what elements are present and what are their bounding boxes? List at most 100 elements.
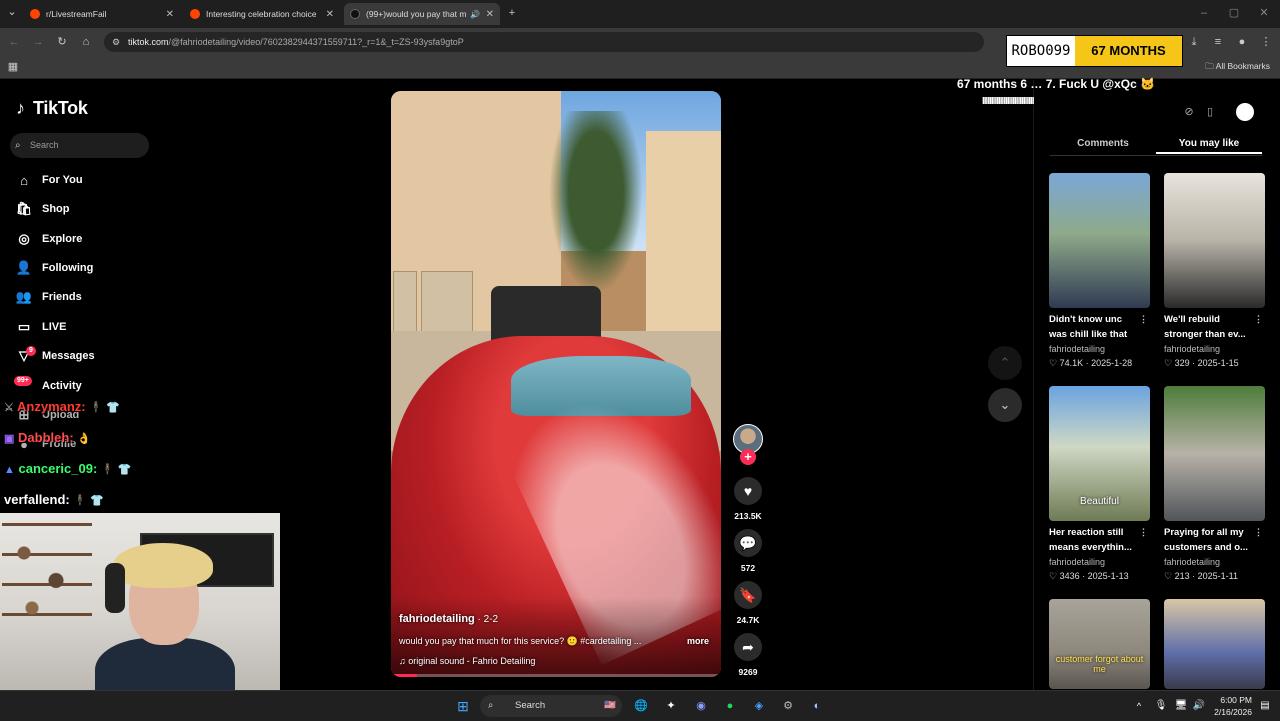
video-sound[interactable]: ♫ original sound - Fahrio Detailing bbox=[399, 656, 535, 666]
chat-message: verfallend: 🕴 👕 bbox=[4, 492, 104, 507]
steam-icon[interactable]: ◐ bbox=[808, 697, 826, 715]
tab-comments[interactable]: Comments bbox=[1050, 136, 1156, 152]
notifications-icon[interactable]: ▤ bbox=[1256, 697, 1274, 715]
card-author[interactable]: fahriodetailing bbox=[1164, 555, 1265, 569]
following-icon: 👤 bbox=[15, 260, 33, 275]
video-card[interactable]: Didn't know unc was chill like that ⋮ fah… bbox=[1049, 173, 1150, 370]
forward-icon[interactable]: → bbox=[30, 34, 46, 50]
video-player[interactable]: fahriodetailing · 2-2 would you pay that… bbox=[391, 91, 721, 677]
video-author[interactable]: fahriodetailing · 2-2 bbox=[399, 613, 498, 625]
previous-video-button[interactable]: ⌃ bbox=[988, 346, 1022, 380]
app-icon[interactable]: ✦ bbox=[662, 697, 680, 715]
video-thumbnail[interactable]: Beautiful bbox=[1049, 386, 1150, 521]
video-thumbnail[interactable] bbox=[1049, 173, 1150, 308]
toggle-knob[interactable] bbox=[1236, 103, 1254, 121]
card-author[interactable]: fahriodetailing bbox=[1164, 342, 1265, 356]
playlist-icon[interactable]: ≡ bbox=[1210, 34, 1226, 50]
video-thumbnail[interactable] bbox=[1164, 173, 1265, 308]
more-options-icon[interactable]: ⋮ bbox=[1139, 312, 1148, 327]
messenger-icon[interactable]: ◈ bbox=[750, 697, 768, 715]
device-icon[interactable]: ▯ bbox=[1202, 104, 1218, 120]
site-info-icon[interactable]: ⚙ bbox=[112, 32, 120, 52]
card-stats: ♡ 74.1K · 2025-1-28 bbox=[1049, 358, 1133, 368]
like-icon[interactable]: ♥ bbox=[734, 477, 762, 505]
card-title: Her reaction still means everythin... bbox=[1049, 527, 1132, 553]
video-thumbnail[interactable] bbox=[1164, 599, 1265, 689]
close-tab-icon[interactable]: ✕ bbox=[166, 9, 174, 20]
nav-live[interactable]: ▭ LIVE bbox=[16, 317, 67, 337]
tab-you-may-like[interactable]: You may like bbox=[1156, 136, 1262, 154]
sub-months: 67 MONTHS bbox=[1075, 36, 1182, 66]
card-author[interactable]: fahriodetailing bbox=[1049, 342, 1150, 356]
video-card[interactable]: customer forgot about me bbox=[1049, 599, 1150, 689]
taskbar-search[interactable]: ⌕ Search 🇺🇸 bbox=[480, 695, 622, 717]
follow-plus-icon[interactable]: + bbox=[740, 449, 756, 465]
next-video-button[interactable]: ⌄ bbox=[988, 388, 1022, 422]
video-caption: would you pay that much for this service… bbox=[399, 636, 709, 646]
maximize-icon[interactable]: ▢ bbox=[1226, 5, 1242, 21]
tiktok-logo[interactable]: ♪ TikTok bbox=[16, 98, 88, 119]
window-close-icon[interactable]: ✕ bbox=[1256, 5, 1272, 21]
comment-icon[interactable]: 💬 bbox=[734, 529, 762, 557]
nav-shop[interactable]: 🛍 Shop bbox=[16, 199, 70, 219]
all-bookmarks[interactable]: 🗀 All Bookmarks bbox=[1205, 61, 1270, 75]
shelf-items bbox=[8, 531, 88, 641]
apps-grid-icon[interactable]: ▦ bbox=[5, 59, 21, 75]
share-icon[interactable]: ➦ bbox=[734, 633, 762, 661]
emote-icon: 🕴 👕 bbox=[73, 495, 104, 507]
player-controls: ⊘ ▯ bbox=[1174, 102, 1269, 124]
tab-menu-icon[interactable]: ⌄ bbox=[4, 4, 20, 20]
sub-alert: ROBO099 67 MONTHS bbox=[1006, 35, 1183, 67]
speaker-icon[interactable]: 🔊 bbox=[470, 10, 480, 19]
card-author[interactable]: fahriodetailing bbox=[1049, 555, 1150, 569]
video-card[interactable] bbox=[1164, 599, 1265, 689]
music-note-icon: ♫ bbox=[399, 656, 409, 666]
close-tab-icon[interactable]: ✕ bbox=[486, 9, 494, 20]
home-icon[interactable]: ⌂ bbox=[78, 34, 94, 50]
new-tab-icon[interactable]: + bbox=[504, 5, 520, 21]
video-progress-bar[interactable] bbox=[391, 674, 721, 677]
network-icon[interactable]: 🖥 bbox=[1172, 697, 1190, 715]
video-thumbnail[interactable] bbox=[1164, 386, 1265, 521]
tab-tiktok-active[interactable]: (99+)would you pay that m 🔊 ✕ bbox=[344, 3, 500, 25]
clock[interactable]: 6:00 PM 2/16/2026 bbox=[1214, 694, 1252, 718]
volume-icon[interactable]: 🔊 bbox=[1190, 697, 1208, 715]
profile-avatar-icon[interactable]: ● bbox=[1234, 34, 1250, 50]
emote-icon: 🐱 bbox=[1140, 77, 1156, 91]
spotify-icon[interactable]: ● bbox=[721, 697, 739, 715]
comment-count: 572 bbox=[740, 563, 756, 573]
minimize-icon[interactable]: – bbox=[1196, 5, 1212, 21]
video-thumbnail[interactable]: customer forgot about me bbox=[1049, 599, 1150, 689]
more-options-icon[interactable]: ⋮ bbox=[1254, 312, 1263, 327]
card-stats: ♡ 3436 · 2025-1-13 bbox=[1049, 571, 1129, 581]
autoscroll-icon[interactable]: ⊘ bbox=[1181, 104, 1197, 120]
video-card[interactable]: Praying for all my customers and o... ⋮ f… bbox=[1164, 386, 1265, 583]
more-options-icon[interactable]: ⋮ bbox=[1139, 525, 1148, 540]
settings-icon[interactable]: ⚙ bbox=[779, 697, 797, 715]
reload-icon[interactable]: ↻ bbox=[54, 34, 70, 50]
search-input[interactable]: ⌕ Search bbox=[10, 133, 149, 158]
mic-icon[interactable]: 🎙 bbox=[1152, 697, 1170, 715]
tab-livestreamfail[interactable]: r/LivestreamFail ✕ bbox=[24, 3, 180, 25]
url-field[interactable]: ⚙ tiktok.com/@fahriodetailing/video/7602… bbox=[104, 32, 984, 52]
nav-friends[interactable]: 👥 Friends bbox=[16, 287, 82, 307]
download-icon[interactable]: ⤓ bbox=[1186, 34, 1202, 50]
windows-start-icon[interactable]: ⊞ bbox=[454, 697, 472, 715]
video-card[interactable]: Beautiful Her reaction still means every… bbox=[1049, 386, 1150, 583]
back-icon[interactable]: ← bbox=[6, 34, 22, 50]
nav-explore[interactable]: ◎ Explore bbox=[16, 229, 82, 249]
close-tab-icon[interactable]: ✕ bbox=[326, 9, 334, 20]
more-button[interactable]: more bbox=[687, 636, 709, 646]
save-count: 24.7K bbox=[736, 615, 760, 625]
bookmark-icon[interactable]: 🔖 bbox=[734, 581, 762, 609]
chrome-icon[interactable]: 🌐 bbox=[632, 697, 650, 715]
live-icon: ▭ bbox=[17, 319, 31, 334]
more-options-icon[interactable]: ⋮ bbox=[1254, 525, 1263, 540]
tray-chevron-icon[interactable]: ^ bbox=[1130, 697, 1148, 715]
nav-for-you[interactable]: ⌂ For You bbox=[16, 170, 82, 190]
discord-icon[interactable]: ◉ bbox=[692, 697, 710, 715]
tab-interesting[interactable]: Interesting celebration choice b ✕ bbox=[184, 3, 340, 25]
nav-following[interactable]: 👤 Following bbox=[16, 258, 93, 278]
video-card[interactable]: We'll rebuild stronger than ev... ⋮ fahri… bbox=[1164, 173, 1265, 370]
menu-icon[interactable]: ⋮ bbox=[1258, 34, 1274, 50]
